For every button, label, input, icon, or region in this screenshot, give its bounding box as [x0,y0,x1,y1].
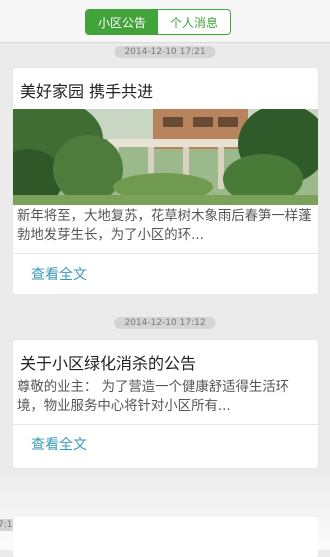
announcement-excerpt: 新年将至，大地复苏，花草树木象雨后春笋一样蓬勃地发芽生长，为了小区的环... [17,209,312,243]
announcement-card[interactable]: 关于小区绿化消杀的公告 尊敬的业主： 为了营造一个健康舒适得生活环境，物业服务中… [13,340,318,468]
segment-tabs: 小区公告 个人消息 [85,9,231,35]
announcement-card[interactable] [13,517,318,557]
announcement-title: 美好家园 携手共进 [20,82,154,101]
announcement-title: 关于小区绿化消杀的公告 [20,354,197,373]
announcement-excerpt: 尊敬的业主： 为了营造一个健康舒适得生活环境，物业服务中心将针对小区所有... [17,380,290,414]
divider [13,424,318,425]
timestamp-badge: 2014-12-10 17:21 [114,46,216,58]
announcement-image [13,109,318,205]
divider [13,253,318,254]
tab-personal-messages[interactable]: 个人消息 [158,10,230,34]
read-more-link[interactable]: 查看全文 [31,434,87,454]
timestamp-badge: 2014-12-10 17:12 [114,317,216,329]
tab-community-notices[interactable]: 小区公告 [86,10,158,34]
top-bar: 小区公告 个人消息 [0,0,330,43]
read-more-link[interactable]: 查看全文 [31,264,87,284]
announcement-card[interactable]: 美好家园 携手共进 新年将至，大地复苏，花草树木象雨后春笋一样蓬勃地发芽生长，为… [13,68,318,294]
